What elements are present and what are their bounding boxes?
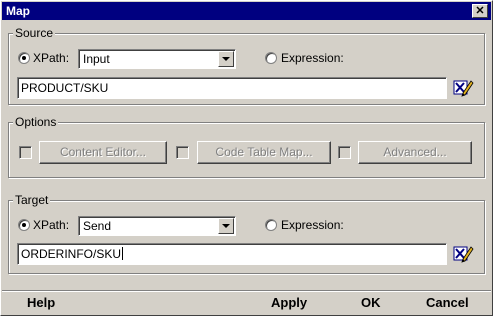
source-xpath-radio[interactable] (18, 52, 30, 64)
target-legend: Target (13, 193, 51, 207)
source-expression-radio[interactable] (265, 52, 277, 64)
chevron-down-icon[interactable] (218, 51, 234, 67)
xpath-editor-icon (453, 80, 474, 97)
target-group: Target XPath: Send Expression: ORDERINFO… (8, 193, 485, 274)
advanced-button[interactable]: Advanced... (358, 141, 472, 164)
code-table-map-label: Code Table Map... (215, 145, 313, 159)
advanced-label: Advanced... (383, 145, 447, 159)
target-xpath-radio[interactable] (18, 219, 30, 231)
help-button[interactable]: Help (27, 295, 55, 311)
source-legend: Source (13, 26, 56, 40)
target-expression-radio[interactable] (265, 219, 277, 231)
target-path-input[interactable]: ORDERINFO/SKU (17, 243, 447, 265)
target-xpath-select-value: Send (83, 219, 112, 233)
xpath-editor-icon (453, 246, 474, 263)
source-xpath-select-value: Input (83, 52, 110, 66)
cancel-button[interactable]: Cancel (426, 295, 469, 311)
window-title: Map (6, 4, 30, 18)
options-group: Options Content Editor... Code Table Map… (8, 115, 485, 178)
source-xpath-label: XPath: (33, 51, 70, 65)
source-path-input[interactable]: PRODUCT/SKU (17, 77, 447, 99)
map-dialog: Map ✕ Source XPath: Input Expression: PR… (0, 0, 493, 316)
target-xpath-label: XPath: (33, 218, 70, 232)
source-xpath-editor-button[interactable] (452, 77, 474, 99)
text-caret (122, 247, 124, 260)
target-xpath-select[interactable]: Send (78, 216, 236, 236)
target-path-value: ORDERINFO/SKU (21, 247, 122, 261)
bottom-bar: Help Apply OK Cancel (2, 290, 491, 314)
content-editor-label: Content Editor... (59, 145, 147, 159)
ok-button[interactable]: OK (361, 295, 381, 311)
code-table-map-checkbox[interactable] (176, 146, 189, 159)
content-editor-checkbox[interactable] (19, 146, 32, 159)
options-legend: Options (13, 115, 59, 129)
target-expression-label: Expression: (281, 218, 344, 232)
close-icon: ✕ (475, 5, 485, 17)
apply-button[interactable]: Apply (271, 295, 307, 311)
close-button[interactable]: ✕ (472, 4, 488, 18)
source-path-value: PRODUCT/SKU (21, 81, 109, 95)
source-expression-label: Expression: (281, 51, 344, 65)
chevron-down-icon[interactable] (218, 218, 234, 234)
source-group: Source XPath: Input Expression: PRODUCT/… (8, 26, 485, 105)
advanced-checkbox[interactable] (338, 146, 351, 159)
title-bar: Map ✕ (2, 2, 491, 20)
target-xpath-editor-button[interactable] (452, 243, 474, 265)
content-editor-button[interactable]: Content Editor... (39, 141, 167, 164)
code-table-map-button[interactable]: Code Table Map... (197, 141, 331, 164)
source-xpath-select[interactable]: Input (78, 49, 236, 69)
